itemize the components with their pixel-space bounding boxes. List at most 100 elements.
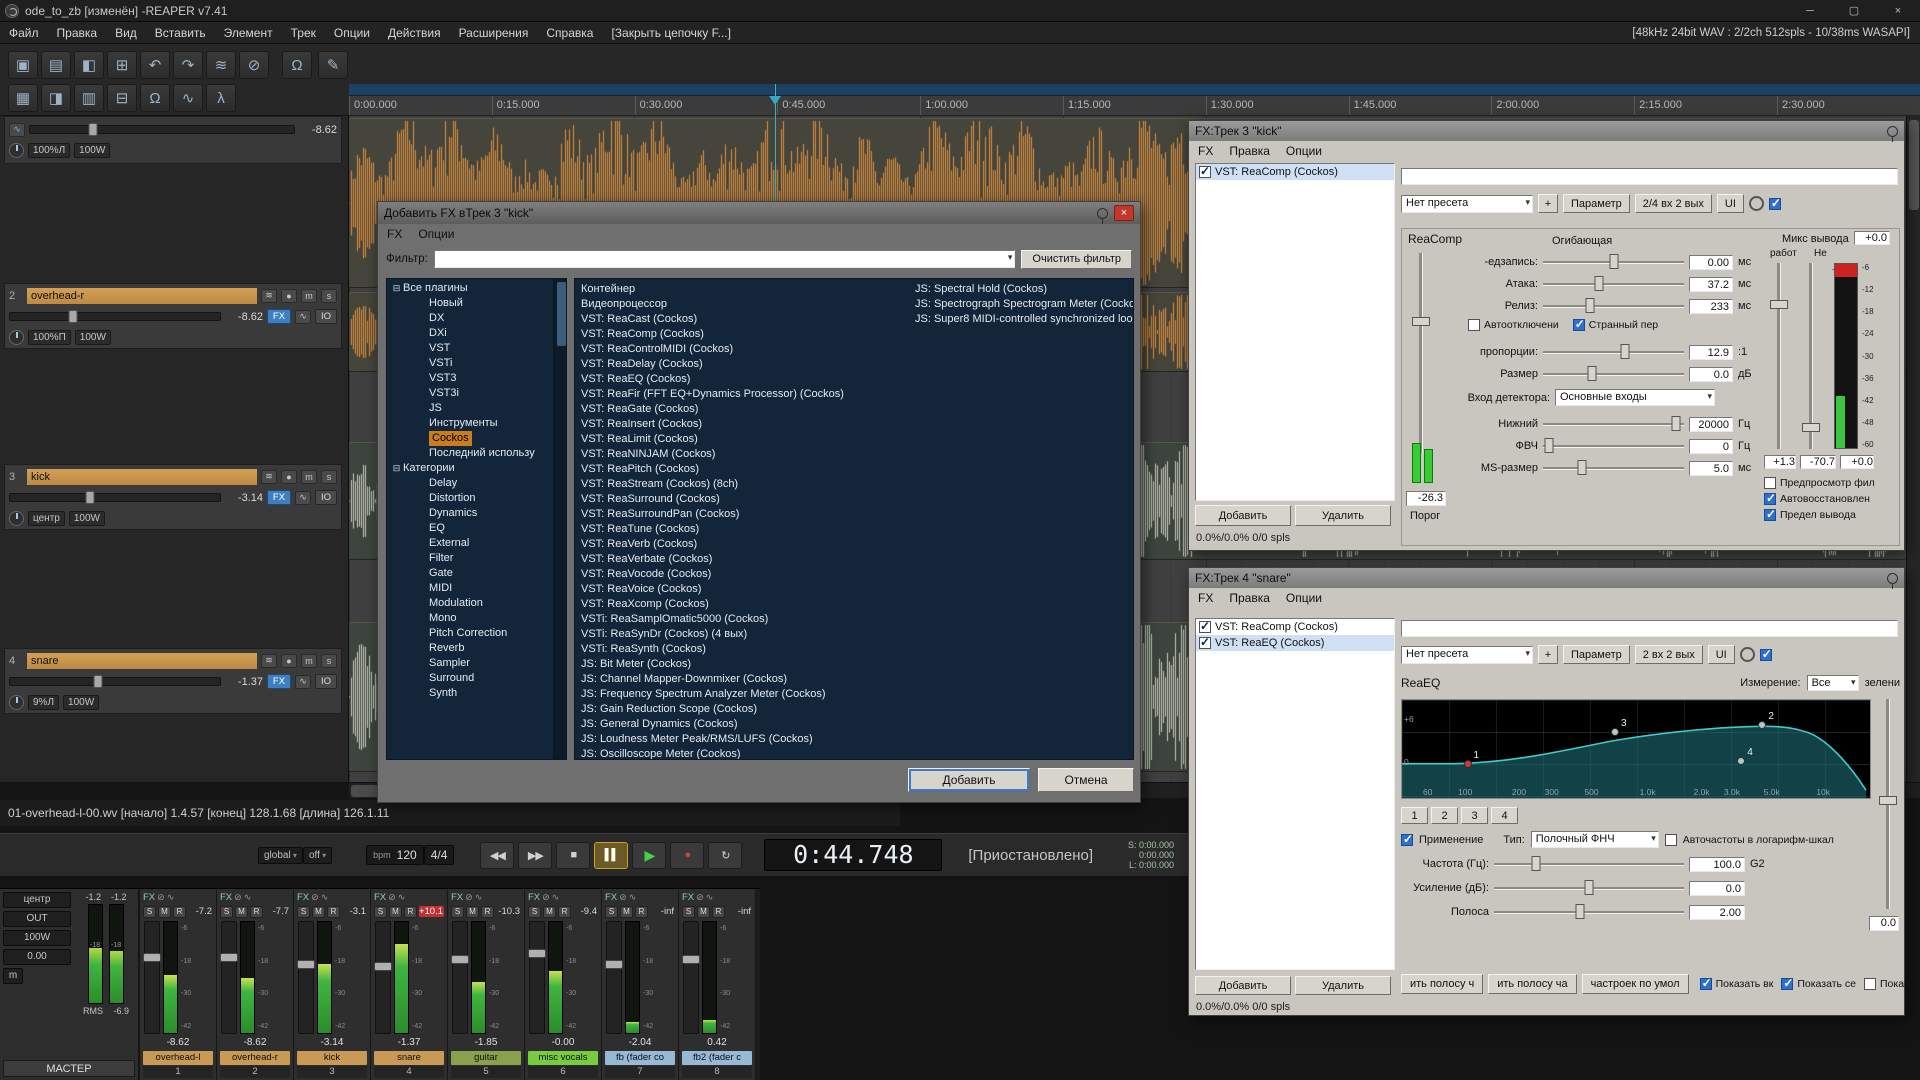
envelope-icon[interactable]: ∿ [398, 892, 406, 903]
tree-item[interactable]: JS [390, 401, 553, 416]
tree-item[interactable]: Новый [390, 296, 553, 311]
fx-chain-list[interactable]: VST: ReaComp (Cockos) [1195, 163, 1395, 501]
mute-button[interactable]: m [301, 289, 317, 303]
envelope-icon[interactable]: ∿ [295, 491, 311, 505]
solo-button[interactable]: S [682, 906, 695, 918]
strip-name[interactable]: kick [297, 1051, 367, 1065]
strip-fx-button[interactable]: FX [451, 892, 463, 903]
track-row[interactable]: 4 snare ≋ ● m s -1.37 FX ∿ IO [4, 648, 342, 714]
track-row[interactable]: 3 kick ≋ ● m s -3.14 FX ∿ IO [4, 464, 342, 530]
tree-scrollbar[interactable] [554, 278, 567, 760]
tree-expander-icon[interactable] [416, 311, 429, 326]
strip-fx-button[interactable]: FX [220, 892, 232, 903]
transport-button[interactable]: ▶▶ [518, 842, 552, 869]
strip-fader[interactable] [606, 921, 622, 1034]
menu-item[interactable]: [Закрыть цепочку F...] [602, 26, 740, 40]
window-title-bar[interactable]: FX:Трек 4 "snare" [1189, 568, 1904, 588]
wet-value[interactable]: +1.3 [1764, 455, 1796, 469]
solo-button[interactable]: S [143, 906, 156, 918]
mute-button[interactable]: M [466, 906, 479, 918]
mute-button[interactable]: M [543, 906, 556, 918]
gain-slider[interactable] [1494, 880, 1684, 896]
fx-comment-field[interactable] [1401, 620, 1898, 637]
plugin-list-item[interactable]: VST: ReaXcomp (Cockos) [581, 597, 911, 612]
menu-item[interactable]: Опции [325, 26, 379, 40]
tree-expander-icon[interactable] [416, 386, 429, 401]
eq-bottom-button[interactable]: частроек по умол [1582, 974, 1689, 994]
bpm-box[interactable]: bpm 120 [366, 845, 424, 865]
wet-dry-knob[interactable] [1749, 196, 1764, 211]
toolbar-button[interactable]: ∿ [173, 84, 203, 112]
param-button[interactable]: Параметр [1563, 194, 1630, 213]
transport-time-display[interactable]: 0:44.748 [764, 839, 942, 871]
plugin-list-item[interactable]: Видеопроцессор [581, 297, 911, 312]
pan-knob[interactable] [9, 695, 24, 710]
phase-icon[interactable]: ⊘ [311, 892, 319, 903]
pan-value[interactable]: 9%Л [28, 695, 59, 710]
mute-button[interactable]: M [158, 906, 171, 918]
recarm-button[interactable]: R [404, 906, 417, 918]
menu-item[interactable]: Справка [537, 26, 602, 40]
tree-expander-icon[interactable] [416, 431, 429, 446]
tree-item[interactable]: DX [390, 311, 553, 326]
edit-menu[interactable]: Правка [1229, 591, 1270, 605]
envelope-icon[interactable]: ∿ [475, 892, 483, 903]
option-checkbox[interactable]: Странный пер [1573, 319, 1658, 331]
plugin-list-item[interactable]: VSTi: ReaSynth (Cockos) [581, 642, 911, 657]
wet-dry-knob[interactable] [1740, 647, 1755, 662]
plugin-list-item[interactable]: JS: Bit Meter (Cockos) [581, 657, 911, 672]
preset-save-button[interactable]: + [1538, 645, 1558, 664]
strip-name[interactable]: misc vocals [528, 1051, 598, 1065]
fx-add-button[interactable]: Добавить [1195, 976, 1291, 995]
ui-toggle-button[interactable]: UI [1708, 645, 1735, 664]
mixer-strip[interactable]: FX ⊘ ∿ S M R -inf -6-18 [602, 889, 679, 1080]
eq-band-handle[interactable]: 2 [1758, 721, 1766, 729]
plugin-list-item[interactable]: VST: ReaComp (Cockos) [581, 327, 911, 342]
eq-band-tab[interactable]: 3 [1461, 807, 1488, 824]
plugin-list-item[interactable]: JS: Oscilloscope Meter (Cockos) [581, 747, 911, 760]
preset-selector[interactable]: Нет пресета [1401, 646, 1533, 664]
recarm-button[interactable]: R [250, 906, 263, 918]
region-lane[interactable] [349, 84, 1920, 96]
tree-item[interactable]: Surround [390, 671, 553, 686]
tree-expander-icon[interactable] [416, 446, 429, 461]
preset-save-button[interactable]: + [1538, 194, 1558, 213]
tree-expander-icon[interactable]: ⊟ [390, 461, 403, 476]
fx-button[interactable]: FX [267, 490, 291, 505]
tree-item[interactable]: VST3 [390, 371, 553, 386]
tree-item[interactable]: VSTi [390, 356, 553, 371]
minimize-button[interactable]: ─ [1788, 0, 1832, 22]
mute-button[interactable]: M [389, 906, 402, 918]
mixer-strip[interactable]: FX ⊘ ∿ S M R -3.1 -6-18 [294, 889, 371, 1080]
tree-expander-icon[interactable] [416, 371, 429, 386]
plugin-list-item[interactable]: VST: ReaVerbate (Cockos) [581, 552, 911, 567]
plugin-list-item[interactable]: VST: ReaVerb (Cockos) [581, 537, 911, 552]
toolbar-button[interactable]: ▦ [8, 84, 38, 112]
record-arm-icon[interactable]: ● [281, 654, 297, 668]
bpm-value[interactable]: 120 [397, 848, 417, 862]
tree-item[interactable]: Modulation [390, 596, 553, 611]
tree-item[interactable]: Mono [390, 611, 553, 626]
toolbar-button[interactable]: λ [206, 84, 236, 112]
route-icon[interactable]: ≋ [261, 470, 277, 484]
automation-mode-selector[interactable]: off [303, 847, 332, 864]
dialog-close-button[interactable]: × [1114, 205, 1134, 221]
options-menu[interactable]: Опции [1286, 591, 1322, 605]
plugin-list-item[interactable]: Контейнер [581, 282, 911, 297]
mute-button[interactable]: m [301, 654, 317, 668]
envelope-icon[interactable]: ∿ [295, 310, 311, 324]
plugin-list[interactable]: КонтейнерВидеопроцессорVST: ReaCast (Coc… [574, 278, 1134, 760]
phase-icon[interactable]: ⊘ [388, 892, 396, 903]
plugin-list-item[interactable]: VSTi: ReaSamplOmatic5000 (Cockos) [581, 612, 911, 627]
tree-item[interactable]: Pitch Correction [390, 626, 553, 641]
tree-expander-icon[interactable] [416, 416, 429, 431]
window-title-bar[interactable]: FX:Трек 3 "kick" [1189, 121, 1904, 141]
freq-slider[interactable] [1494, 856, 1684, 872]
tree-item[interactable]: Dynamics [390, 506, 553, 521]
envelope-icon[interactable]: ∿ [629, 892, 637, 903]
option-checkbox[interactable]: Автовосстановлен [1764, 493, 1875, 505]
tree-expander-icon[interactable] [416, 686, 429, 701]
fx-remove-button[interactable]: Удалить [1295, 976, 1391, 995]
strip-fader[interactable] [298, 921, 314, 1034]
browser-menu-fx[interactable]: FX [387, 227, 402, 241]
